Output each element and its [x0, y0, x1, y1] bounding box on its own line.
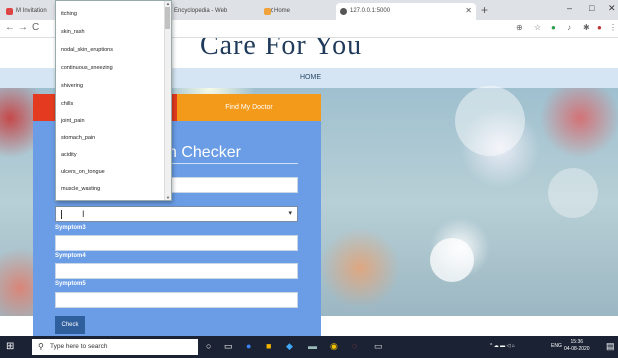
list-item[interactable]: skin_rash [61, 29, 85, 35]
taskbar-clock[interactable]: 15:36 04-08-2020 [564, 339, 590, 353]
symptom4-select[interactable] [55, 263, 298, 279]
divider [160, 163, 298, 164]
folder-icon[interactable]: ■ [266, 341, 271, 351]
tab-label: 127.0.0.1:5000 [350, 8, 391, 14]
windows-start-icon[interactable]: ⊞ [6, 341, 14, 352]
task-view-icon[interactable]: ▭ [224, 341, 233, 352]
extension-icon[interactable]: ● [551, 23, 556, 32]
scrollbar-thumb[interactable] [165, 7, 170, 29]
list-item[interactable]: acidity [61, 152, 77, 158]
edge-icon[interactable]: ● [246, 341, 251, 351]
symptom5-label: Symptom5 [55, 281, 86, 287]
menu-icon[interactable]: ⋮ [609, 23, 617, 32]
system-tray[interactable]: ^ ☁ ▬ ◁ ⌂ [490, 343, 515, 349]
list-item[interactable]: muscle_wasting [61, 186, 100, 192]
tab-localhost[interactable]: 127.0.0.1:5000 ✕ [336, 3, 476, 20]
symptom5-select[interactable] [55, 292, 298, 308]
language-indicator[interactable]: ENG [551, 343, 562, 349]
tab-home[interactable]: Home [260, 3, 338, 20]
search-placeholder: Type here to search [50, 343, 108, 350]
tab-label: M Invitation [16, 8, 47, 14]
gmail-icon [6, 8, 13, 15]
cortana-icon[interactable]: ○ [206, 341, 211, 351]
panel-heading: n Checker [168, 144, 241, 161]
reload-button[interactable]: C [32, 22, 39, 33]
clock-time: 15:36 [570, 339, 584, 345]
app-icon[interactable]: ▬ [308, 341, 317, 351]
symptom3-select[interactable] [55, 235, 298, 251]
site-title: Care For You [200, 38, 363, 61]
tab-invitation[interactable]: M Invitation [2, 3, 60, 20]
profile-icon[interactable]: ● [597, 23, 602, 32]
chrome-icon[interactable]: ◉ [330, 341, 338, 352]
star-icon[interactable]: ☆ [534, 23, 541, 32]
symptom3-label: Symptom3 [55, 225, 86, 231]
symptom4-label: Symptom4 [55, 253, 86, 259]
bokeh-light [455, 86, 525, 156]
globe-icon [340, 8, 347, 15]
list-item[interactable]: shivering [61, 83, 83, 89]
puzzle-icon[interactable]: ✱ [583, 23, 590, 32]
symptom-dropdown-list[interactable]: itching skin_rash nodal_skin_eruptions c… [55, 0, 172, 201]
forward-button[interactable]: → [18, 22, 28, 33]
list-item[interactable]: chills [61, 101, 73, 107]
audio-icon[interactable]: ♪ [567, 23, 571, 32]
tab-find-my-doctor[interactable]: Find My Doctor [177, 94, 321, 121]
nav-home-link[interactable]: HOME [300, 74, 321, 81]
close-window-button[interactable]: ✕ [608, 3, 616, 14]
translate-icon[interactable]: ⊕ [516, 23, 523, 32]
bokeh-light [548, 168, 598, 218]
new-tab-button[interactable]: + [481, 3, 488, 17]
list-item[interactable]: continuous_sneezing [61, 65, 113, 71]
scrollbar[interactable]: ▲ ▼ [164, 1, 171, 200]
text-cursor [61, 210, 62, 219]
notification-icon[interactable]: ▤ [606, 341, 615, 352]
list-item[interactable]: itching [61, 11, 77, 17]
windows-taskbar: ⊞ ⚲ Type here to search ○ ▭ ● ■ ◆ ▬ ◉ ◌ … [0, 336, 618, 358]
tab-label: Home [274, 8, 291, 14]
window-icon[interactable]: ▭ [374, 341, 383, 352]
scroll-up-icon[interactable]: ▲ [166, 1, 170, 6]
browser-window: M Invitation Encyclopedia - Web ✕ Home 1… [0, 0, 618, 358]
scroll-down-icon[interactable]: ▼ [166, 195, 170, 200]
list-item[interactable]: ulcers_on_tongue [61, 169, 105, 175]
search-icon: ⚲ [38, 342, 44, 351]
list-item[interactable]: joint_pain [61, 118, 85, 124]
tab-label: Encyclopedia - Web [174, 8, 228, 14]
back-button[interactable]: ← [5, 22, 15, 33]
taskbar-search-box[interactable]: ⚲ Type here to search [32, 339, 198, 355]
list-item[interactable]: stomach_pain [61, 135, 95, 141]
clock-date: 04-08-2020 [564, 346, 590, 352]
chevron-down-icon: ▾ [288, 210, 292, 217]
page-icon [264, 8, 271, 15]
symptom2-select[interactable]: I ▾ [55, 206, 298, 222]
list-item[interactable]: nodal_skin_eruptions [61, 47, 113, 53]
store-icon[interactable]: ◆ [286, 341, 293, 352]
check-button[interactable]: Check [55, 316, 85, 334]
ibeam-cursor-icon: I [82, 209, 85, 219]
maximize-button[interactable]: □ [589, 3, 594, 13]
close-icon[interactable]: ✕ [465, 6, 472, 15]
minimize-button[interactable]: – [567, 3, 572, 13]
bokeh-light [430, 238, 474, 282]
app-icon[interactable]: ◌ [352, 341, 357, 351]
